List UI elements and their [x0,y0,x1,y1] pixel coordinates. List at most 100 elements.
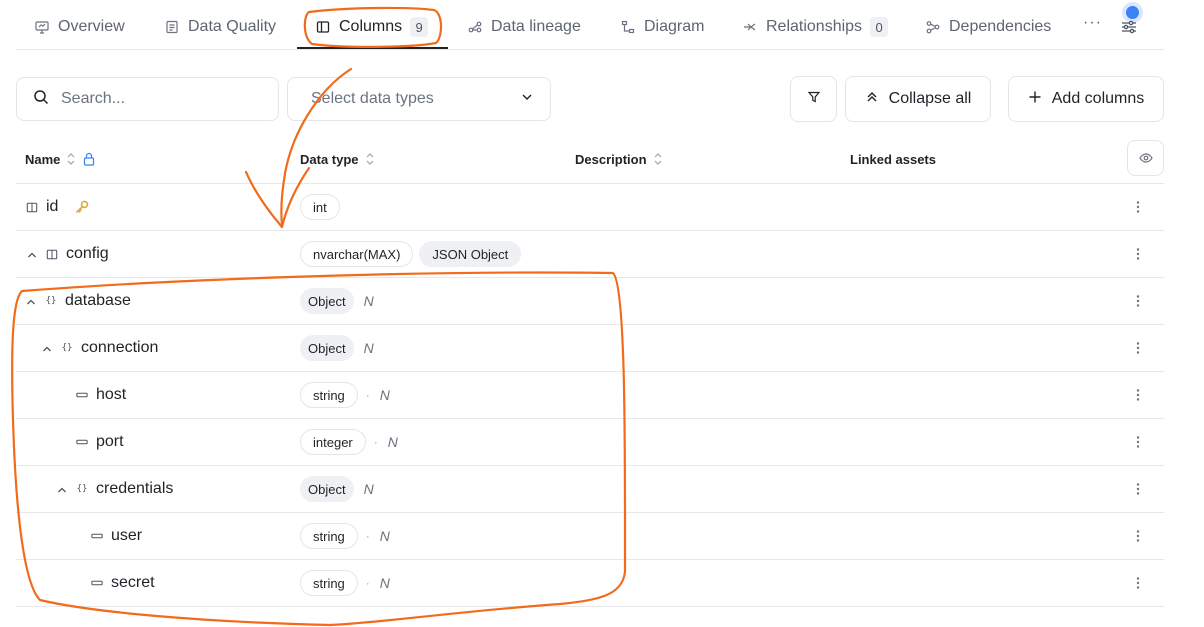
table-row[interactable]: host string · N [16,372,1164,419]
sort-icon[interactable] [653,152,663,166]
column-name-cell: {} connection [41,325,158,371]
dependencies-icon [925,19,941,35]
tab-bar: Overview Data Quality Columns 9 Data lin… [16,0,1164,50]
row-menu-icon[interactable] [1130,432,1146,452]
nullable-indicator: N [363,481,374,497]
data-type-cell: nvarchar(MAX) JSON Object [300,231,522,277]
lineage-icon [467,19,483,35]
nullable-indicator: N [363,340,374,356]
sort-icon[interactable] [365,152,375,166]
row-menu-icon[interactable] [1130,338,1146,358]
collapse-all-button[interactable]: Collapse all [845,76,991,122]
add-columns-label: Add columns [1051,90,1145,107]
data-type-cell: string · N [300,372,390,418]
header-label: Description [575,151,647,167]
nullable-indicator: N [379,575,390,591]
data-type-pill: Object [300,288,354,314]
filter-button[interactable] [790,76,837,122]
table-row[interactable]: port integer · N [16,419,1164,466]
data-type-cell: integer · N [300,419,398,465]
sort-icon[interactable] [66,152,76,166]
separator-dot: · [365,576,370,590]
chevron-up-icon[interactable] [41,342,53,354]
column-visibility-button[interactable] [1127,140,1164,176]
row-menu-icon[interactable] [1130,385,1146,405]
separator-dot: · [373,435,378,449]
primary-key-icon [74,199,90,215]
diagram-icon [620,19,636,35]
nullable-indicator: N [379,528,390,544]
data-type-pill: string [300,382,358,408]
chevron-up-icon[interactable] [25,295,37,307]
data-quality-icon [164,19,180,35]
separator-dot: · [365,388,370,402]
tab-columns[interactable]: Columns 9 [315,14,429,40]
search-input[interactable] [61,90,261,108]
tab-dependencies[interactable]: Dependencies [925,14,1051,40]
table-row[interactable]: user string · N [16,513,1164,560]
active-tab-indicator [297,47,448,49]
table-row[interactable]: id int [16,184,1164,231]
data-type-pill: JSON Object [419,241,522,267]
nullable-indicator: N [387,434,398,450]
data-type-pill: string [300,570,358,596]
tab-label: Overview [58,18,125,35]
add-columns-button[interactable]: Add columns [1008,76,1164,122]
column-icon [26,201,38,213]
tab-label: Data lineage [491,18,581,35]
table-row[interactable]: config nvarchar(MAX) JSON Object [16,231,1164,278]
nullable-indicator: N [363,293,374,309]
row-menu-icon[interactable] [1130,244,1146,264]
name-column-header[interactable]: Name [25,149,96,169]
data-type-cell: string · N [300,513,390,559]
columns-count-badge: 9 [410,17,429,37]
data-type-column-header[interactable]: Data type [300,149,375,169]
lock-icon[interactable] [82,152,96,166]
search-icon [33,89,49,110]
row-menu-icon[interactable] [1130,479,1146,499]
tab-data-quality[interactable]: Data Quality [164,14,276,40]
object-icon: {} [76,484,88,494]
tab-relationships[interactable]: Relationships 0 [742,14,889,40]
column-name: secret [111,574,155,591]
table-row[interactable]: {} database Object N [16,278,1164,325]
column-name-cell: host [56,372,126,418]
table-row[interactable]: {} connection Object N [16,325,1164,372]
table-row[interactable]: secret string · N [16,560,1164,607]
tab-data-lineage[interactable]: Data lineage [467,14,581,40]
row-menu-icon[interactable] [1130,291,1146,311]
column-name: id [46,198,59,215]
tab-label: Relationships [766,18,863,35]
field-icon [76,436,88,448]
row-menu-icon[interactable] [1130,197,1146,217]
column-name: database [65,292,131,309]
overview-icon [34,19,50,35]
column-name: port [96,433,124,450]
column-name-cell: {} credentials [56,466,173,512]
data-type-select[interactable]: Select data types [287,77,551,121]
tab-overview[interactable]: Overview [34,14,125,40]
eye-icon [1138,153,1153,163]
table-row[interactable]: {} credentials Object N [16,466,1164,513]
data-type-cell: int [300,184,340,230]
chevrons-up-icon [865,90,879,109]
column-name: host [96,386,127,403]
data-type-pill: integer [300,429,366,455]
data-type-pill: nvarchar(MAX) [300,241,414,267]
row-menu-icon[interactable] [1130,573,1146,593]
data-type-pill: Object [300,476,354,502]
column-name-cell: id [26,184,90,230]
chevron-up-icon[interactable] [26,248,38,260]
plus-icon [1028,90,1042,109]
header-label: Data type [300,151,359,167]
relationships-count-badge: 0 [870,17,889,37]
collapse-all-label: Collapse all [888,90,972,107]
settings-sliders-icon[interactable] [1119,17,1139,37]
tab-diagram[interactable]: Diagram [620,14,704,40]
tab-label: Dependencies [949,18,1052,35]
more-tabs-button[interactable]: ··· [1083,14,1102,32]
chevron-up-icon[interactable] [56,483,68,495]
table-header: Name Data type Description Linked assets [16,138,1164,184]
description-column-header[interactable]: Description [575,149,663,169]
row-menu-icon[interactable] [1130,526,1146,546]
